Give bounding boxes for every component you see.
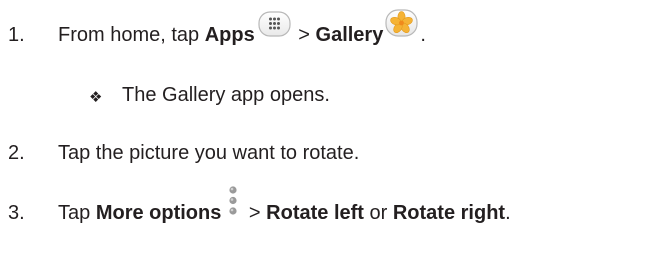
step-suffix: . [505, 202, 511, 224]
step-text: From home, tap Apps > Gallery . [58, 9, 426, 47]
rotate-left-label: Rotate left [266, 202, 364, 224]
step-number: 3. [8, 202, 25, 224]
apps-label: Apps [204, 24, 255, 46]
step-text: Tap More options > Rotate left or Rotate… [58, 186, 511, 225]
step-prefix: From home, tap [58, 24, 205, 46]
step-number: 2. [8, 142, 25, 164]
apps-grid-icon [258, 11, 291, 37]
step-text: Tap the picture you want to rotate. [58, 142, 360, 164]
diamond-bullet-icon: ❖ [89, 88, 103, 106]
step-prefix: Tap [58, 202, 96, 224]
rotate-right-label: Rotate right [392, 202, 506, 224]
more-options-label: More options [95, 202, 222, 224]
or-text: or [363, 202, 393, 224]
gallery-label: Gallery [315, 24, 384, 46]
result-text: The Gallery app opens. [122, 84, 330, 106]
gallery-flower-icon [385, 9, 418, 37]
more-options-vertical-dots-icon [227, 185, 239, 223]
separator: > [292, 24, 316, 46]
separator: > [243, 202, 267, 224]
step-suffix: . [420, 24, 426, 46]
step-number: 1. [8, 24, 25, 46]
